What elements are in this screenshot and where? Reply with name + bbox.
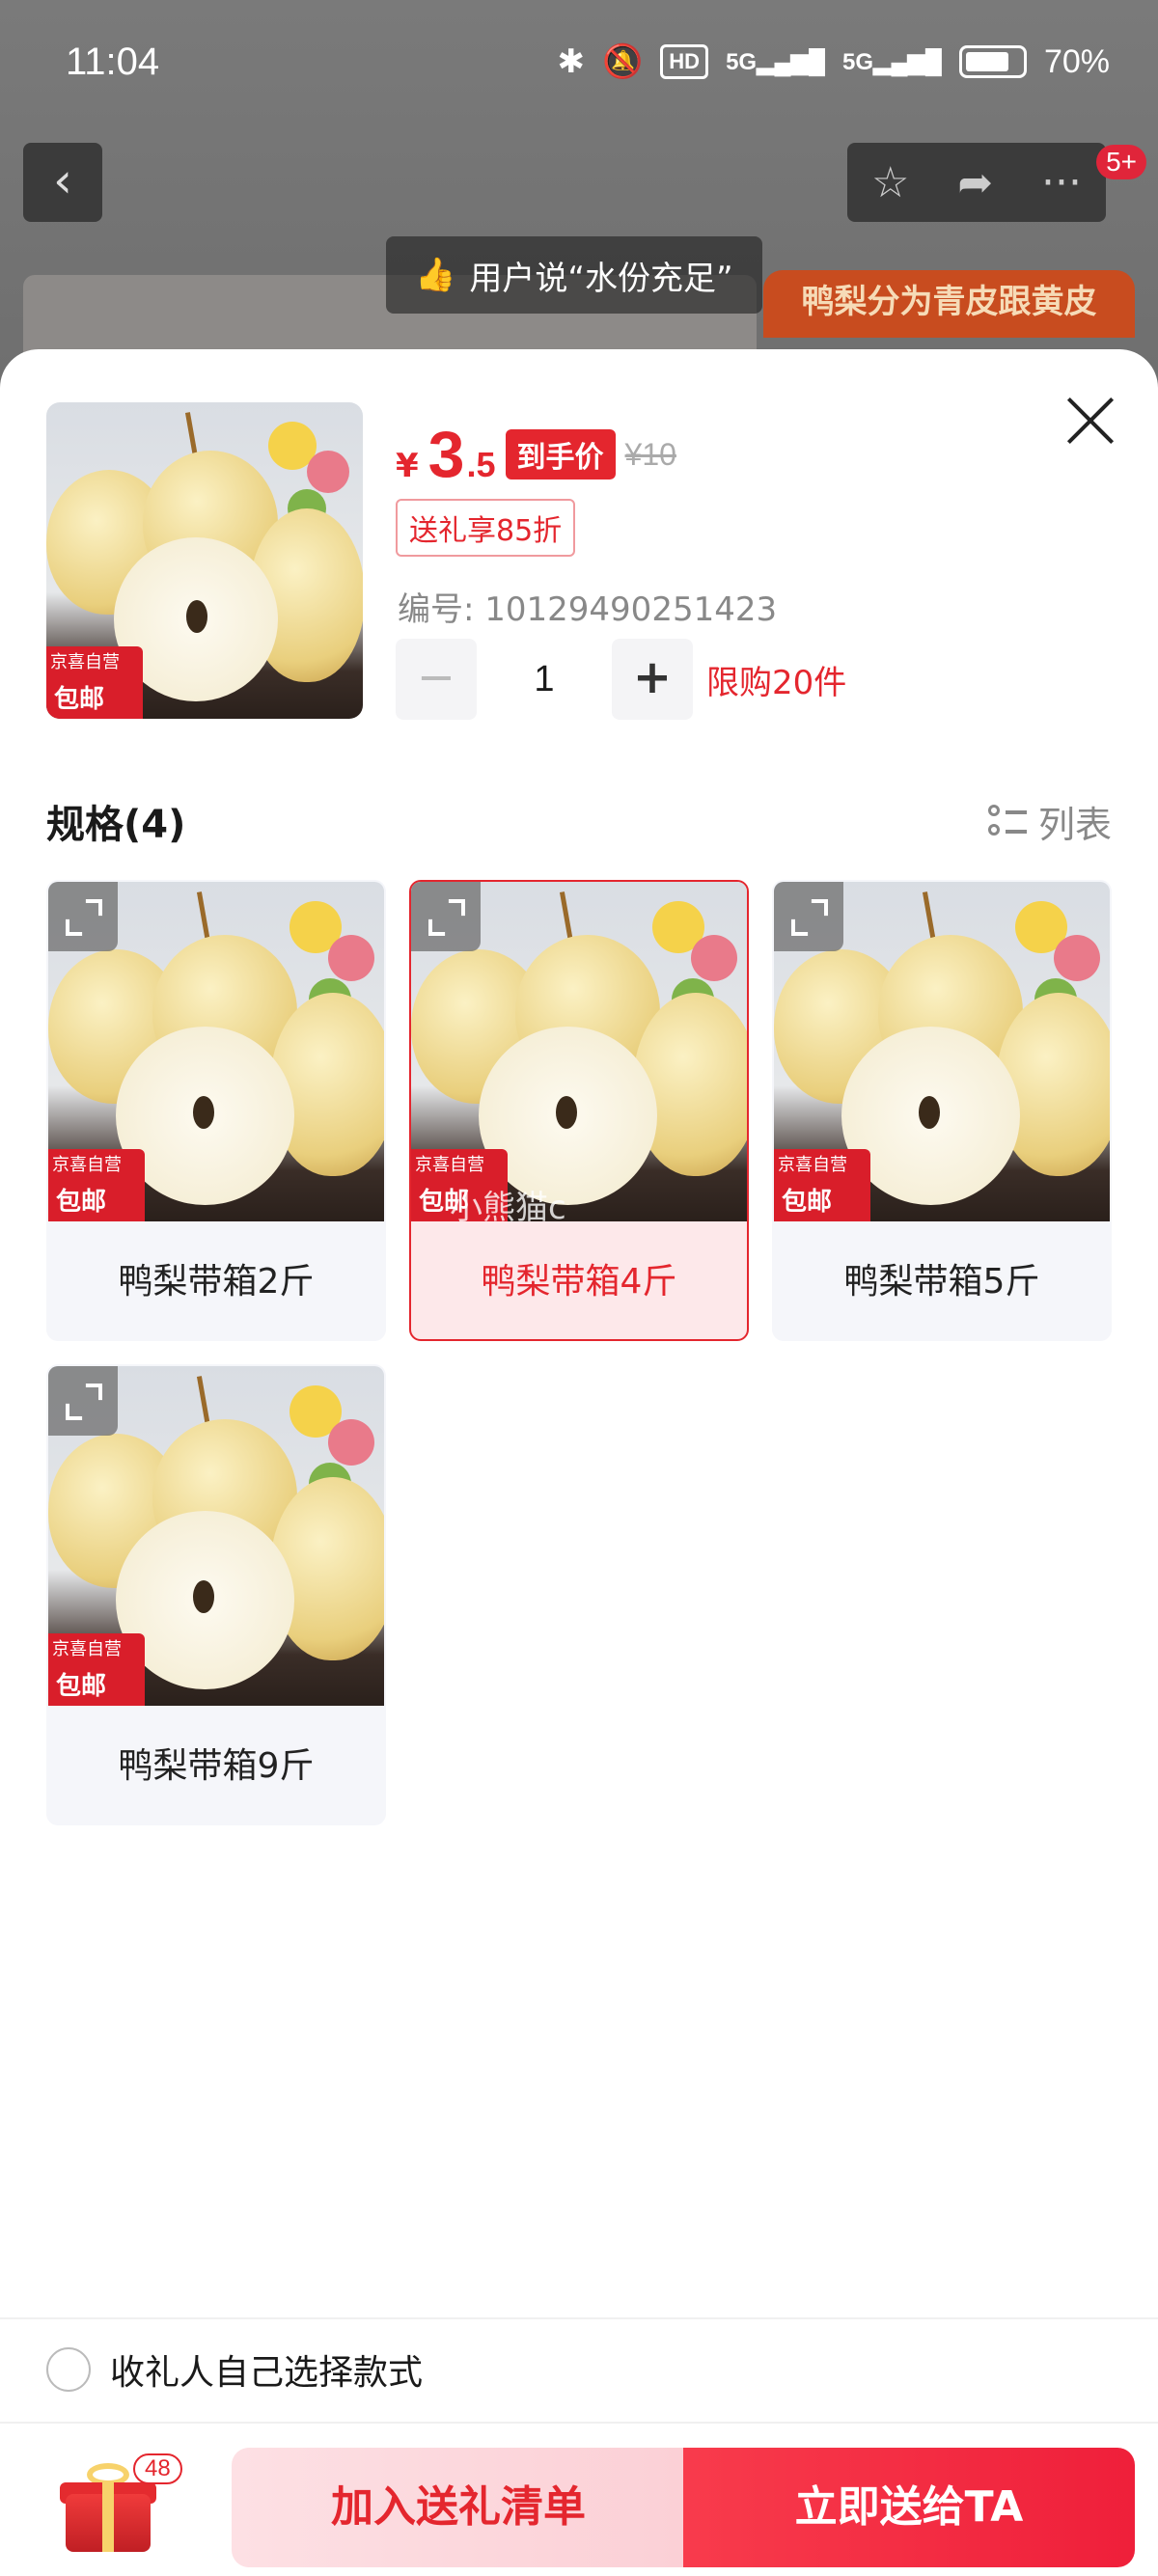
purchase-limit: 限购20件 — [706, 663, 847, 702]
spec-option-card[interactable]: 京喜自营 包邮鸭梨带箱5斤 — [772, 880, 1112, 1341]
badge-brand: 京喜自营 — [48, 1633, 145, 1662]
favorite-star-icon[interactable]: ☆ — [871, 158, 909, 207]
quantity-value[interactable]: 1 — [477, 659, 612, 700]
chevron-left-icon: ‹ — [53, 152, 72, 208]
sku-number: 编号: 10129490251423 — [398, 590, 778, 629]
signal-icon-1: 5G▂▄▆█ — [726, 48, 825, 75]
recipient-choose-option[interactable]: 收礼人自己选择款式 — [46, 2344, 423, 2395]
watermark-text: 小熊猫c — [450, 1189, 566, 1227]
expand-icon[interactable] — [48, 1366, 118, 1436]
spec-option-label: 鸭梨带箱2斤 — [118, 1262, 315, 1302]
price-decimal: .5 — [466, 445, 496, 484]
badge-shipping: 包邮 — [774, 1178, 870, 1221]
thumbs-up-icon: 👍 — [415, 256, 456, 294]
user-review-text: 用户说“水份充足” — [469, 259, 733, 298]
status-bar: 11:04 ✱ 🔕 HD 5G▂▄▆█ 5G▂▄▆█ 70% — [0, 0, 1158, 135]
radio-button[interactable] — [46, 2347, 91, 2392]
product-badge: 京喜自营 包邮 — [774, 1149, 870, 1221]
recipient-choose-label: 收礼人自己选择款式 — [110, 2353, 424, 2393]
spec-option-image: 京喜自营 包邮 — [774, 882, 1110, 1221]
divider — [0, 2317, 1158, 2319]
final-price-tag: 到手价 — [505, 429, 616, 480]
spec-option-image: 京喜自营 包邮 — [48, 1366, 384, 1706]
gift-discount-tag: 送礼享85折 — [396, 499, 576, 557]
notification-badge: 5+ — [1096, 145, 1146, 179]
currency-symbol: ¥ — [396, 447, 419, 485]
share-icon[interactable]: ➦ — [957, 158, 993, 207]
badge-brand: 京喜自营 — [411, 1149, 508, 1178]
signal-icon-2: 5G▂▄▆█ — [842, 48, 942, 75]
spec-selection-sheet: 京喜自营 包邮 ¥ 3 .5 到手价 ¥10 送礼享85折 编号: 101294… — [0, 349, 1158, 2576]
increase-button[interactable]: + — [612, 639, 693, 720]
expand-icon[interactable] — [411, 882, 481, 951]
spec-title: 规格(4) — [46, 803, 186, 847]
send-now-button[interactable]: 立即送给TA — [683, 2448, 1135, 2567]
spec-option-image: 京喜自营 包邮 — [411, 882, 747, 1221]
bottom-action-bar: 48 加入送礼清单 立即送给TA — [0, 2438, 1158, 2576]
list-view-label: 列表 — [1037, 804, 1112, 846]
list-view-toggle[interactable]: 列表 — [987, 795, 1112, 848]
badge-shipping: 包邮 — [48, 1178, 145, 1221]
more-icon[interactable]: ··· — [1041, 158, 1082, 207]
bluetooth-icon: ✱ — [557, 43, 585, 80]
product-badge: 京喜自营 包邮 — [46, 646, 143, 719]
battery-icon — [958, 45, 1027, 78]
hd-icon: HD — [660, 44, 709, 79]
decrease-button[interactable]: − — [396, 639, 477, 720]
spec-option-image: 京喜自营 包邮 — [48, 882, 384, 1221]
gift-count-badge: 48 — [133, 2453, 182, 2484]
add-to-gift-list-button[interactable]: 加入送礼清单 — [232, 2448, 685, 2567]
product-badge: 京喜自营 包邮 — [48, 1633, 145, 1706]
product-badge: 京喜自营 包邮 — [48, 1149, 145, 1221]
expand-icon[interactable] — [774, 882, 843, 951]
badge-brand: 京喜自营 — [46, 646, 143, 675]
spec-option-label: 鸭梨带箱4斤 — [481, 1262, 677, 1302]
badge-brand: 京喜自营 — [48, 1149, 145, 1178]
spec-option-label: 鸭梨带箱9斤 — [118, 1746, 315, 1786]
user-review-tip: 👍 用户说“水份充足” — [386, 236, 762, 314]
price-integer: 3 — [427, 418, 465, 491]
spec-option-label: 鸭梨带箱5斤 — [843, 1262, 1040, 1302]
list-icon — [987, 803, 1027, 841]
spec-option-card[interactable]: 京喜自营 包邮鸭梨带箱2斤 — [46, 880, 386, 1341]
mute-icon: 🔕 — [601, 43, 644, 80]
badge-shipping: 包邮 — [48, 1662, 145, 1706]
price-row: ¥ 3 .5 到手价 ¥10 — [396, 417, 676, 492]
spec-option-card[interactable]: 京喜自营 包邮鸭梨带箱4斤 小熊猫c — [409, 880, 749, 1341]
battery-level: 70% — [1043, 42, 1110, 80]
status-time: 11:04 — [66, 41, 160, 83]
spec-option-card[interactable]: 京喜自营 包邮鸭梨带箱9斤 — [46, 1364, 386, 1825]
badge-shipping: 包邮 — [46, 675, 143, 719]
back-button[interactable]: ‹ — [23, 143, 102, 222]
background-banner: 鸭梨分为青皮跟黄皮 — [763, 270, 1135, 338]
status-icons: ✱ 🔕 HD 5G▂▄▆█ 5G▂▄▆█ 70% — [557, 42, 1110, 81]
divider — [0, 2422, 1158, 2424]
original-price: ¥10 — [624, 436, 676, 472]
gift-list-icon[interactable]: 48 — [58, 2453, 182, 2556]
close-icon[interactable] — [1065, 396, 1116, 446]
badge-brand: 京喜自营 — [774, 1149, 870, 1178]
top-actions: ☆ ➦ ··· — [847, 143, 1106, 222]
quantity-stepper: − 1 + 限购20件 — [396, 639, 846, 720]
expand-icon[interactable] — [48, 882, 118, 951]
product-thumbnail: 京喜自营 包邮 — [46, 402, 363, 719]
